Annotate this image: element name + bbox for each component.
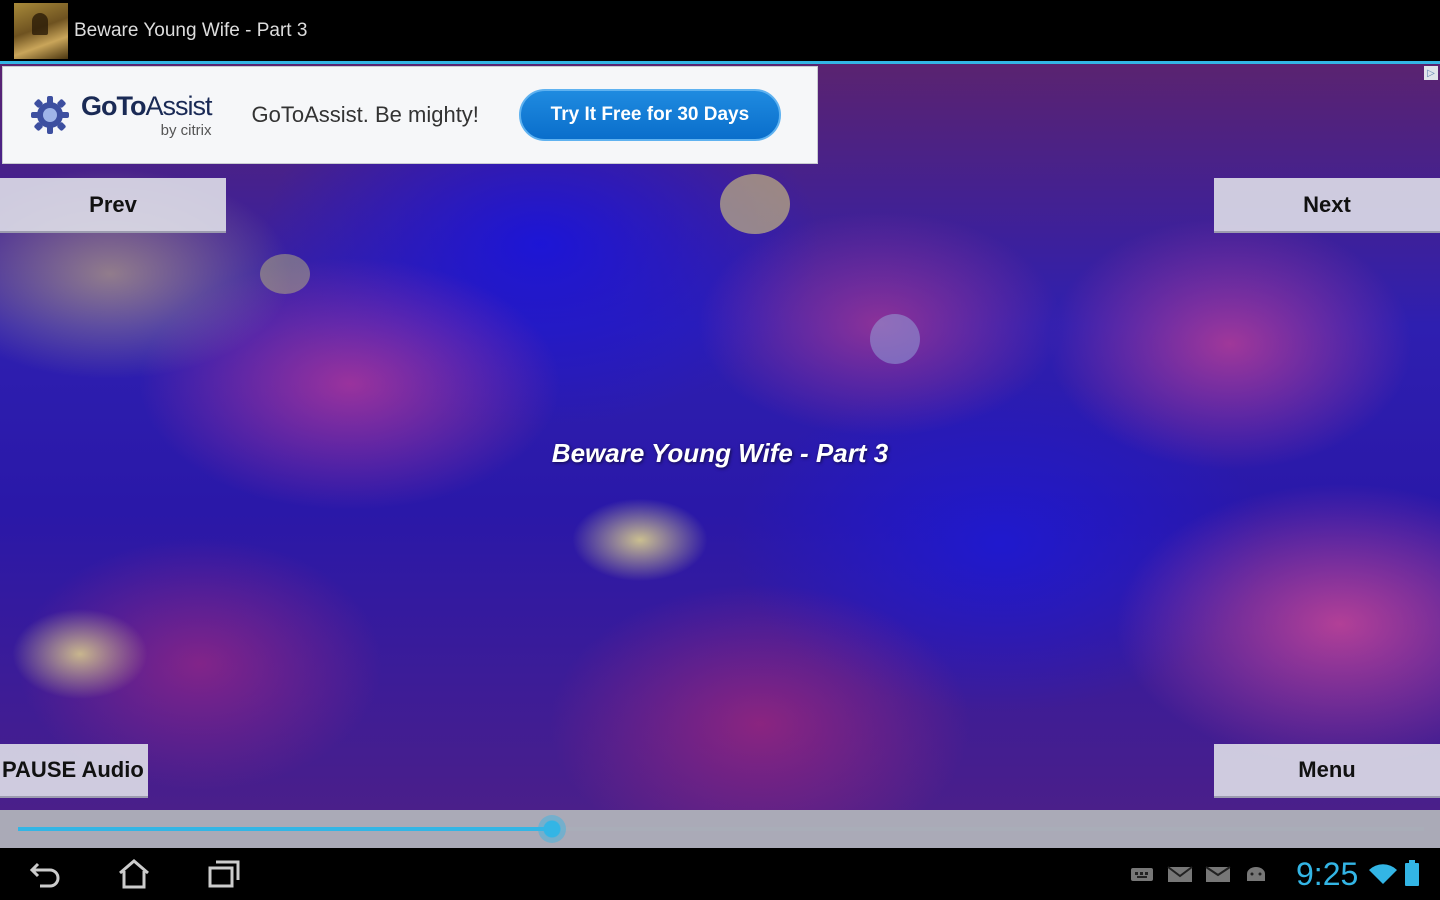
back-icon[interactable]: [28, 858, 64, 890]
next-button[interactable]: Next: [1214, 178, 1440, 233]
title-bar: Beware Young Wife - Part 3: [0, 0, 1440, 62]
android-icon: [1242, 864, 1270, 884]
seek-progress: [18, 827, 553, 831]
track-title: Beware Young Wife - Part 3: [551, 438, 889, 468]
ad-banner[interactable]: GoToAssist by citrix GoToAssist. Be migh…: [2, 66, 818, 164]
lotus-bud: [870, 314, 920, 364]
lotus-bud: [720, 174, 790, 234]
email-icon: [1204, 864, 1232, 884]
window-title: Beware Young Wife - Part 3: [74, 20, 308, 41]
seek-track[interactable]: [18, 815, 1424, 843]
background-image: [0, 64, 1440, 810]
prev-button[interactable]: Prev: [0, 178, 226, 233]
status-clock: 9:25: [1296, 856, 1359, 892]
seek-thumb[interactable]: [538, 815, 567, 843]
gotoassist-logo-icon: [29, 94, 71, 136]
ad-info-icon[interactable]: ▷: [1424, 66, 1438, 80]
home-icon[interactable]: [116, 858, 152, 890]
seek-bar[interactable]: [0, 810, 1440, 848]
app-icon[interactable]: [14, 3, 68, 59]
ad-brand-sub: by citrix: [160, 122, 212, 139]
menu-button[interactable]: Menu: [1214, 744, 1440, 798]
ad-tagline: GoToAssist. Be mighty!: [251, 102, 479, 127]
ad-cta-button[interactable]: Try It Free for 30 Days: [518, 89, 781, 141]
gmail-icon: [1166, 864, 1194, 884]
recent-apps-icon[interactable]: [206, 858, 242, 890]
lotus-bud: [260, 254, 310, 294]
system-bar: 9:25: [0, 848, 1440, 900]
pause-audio-button[interactable]: PAUSE Audio: [0, 744, 148, 798]
wifi-icon: [1368, 862, 1398, 886]
ad-brand: GoToAssist by citrix: [81, 91, 213, 139]
status-icons: [1128, 864, 1270, 884]
battery-icon: [1405, 860, 1419, 886]
ad-brand-name: GoToAssist: [81, 91, 213, 121]
keyboard-icon: [1128, 864, 1156, 884]
